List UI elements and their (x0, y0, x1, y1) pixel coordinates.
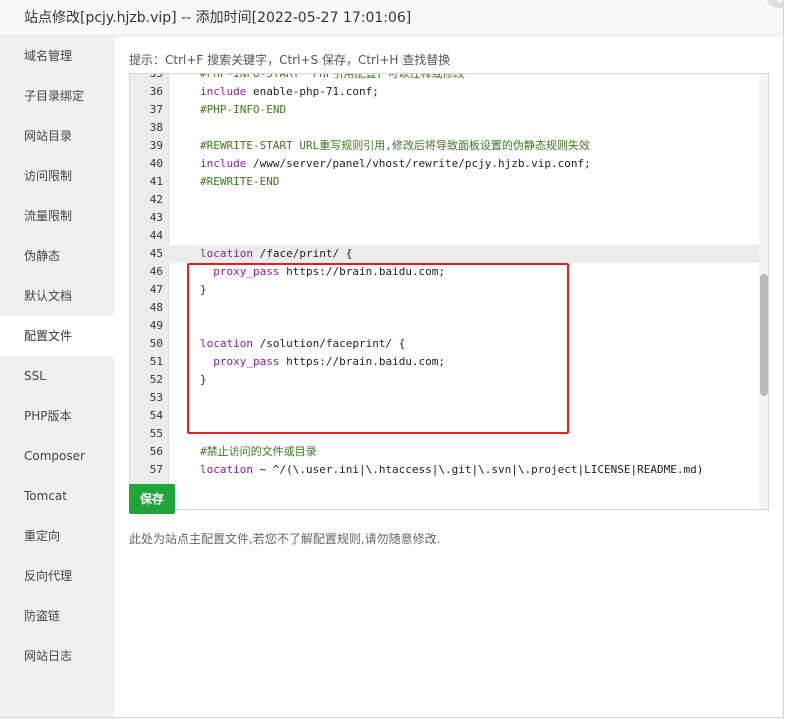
code-text: location /face/print/ { (200, 245, 352, 263)
sidebar: 域名管理 子目录绑定 网站目录 访问限制 流量限制 伪静态 默认文档 配置文件 SSL PHP版本… (0, 36, 114, 717)
sidebar-item[interactable]: 防盗链 (0, 596, 114, 636)
comment-token: #REWRITE-START URL重写规则引用,修改后将导致面板设置的伪静态规… (200, 139, 590, 152)
comment-token: #PHP-INFO-START PHP引用配置，可以注释或修改 (200, 73, 465, 80)
line-number: 57 (149, 463, 163, 476)
editor-scrollbar[interactable] (759, 74, 768, 509)
line-number: 55 (149, 427, 163, 440)
line-number: 43 (149, 211, 163, 224)
code-text: #REWRITE-START URL重写规则引用,修改后将导致面板设置的伪静态规… (200, 137, 590, 155)
code-line[interactable]: 39 #REWRITE-START URL重写规则引用,修改后将导致面板设置的伪静… (130, 137, 768, 155)
line-number: 39 (149, 139, 163, 152)
line-number: 56 (149, 445, 163, 458)
code-line[interactable]: 38 (130, 119, 768, 137)
modal-title: 站点修改[pcjy.hjzb.vip] -- 添加时间[2022-05-27 1… (24, 10, 412, 26)
code-text: #禁止访问的文件或目录 (200, 443, 317, 461)
line-number: 49 (149, 319, 163, 332)
code-text: #REWRITE-END (200, 173, 279, 191)
sidebar-item[interactable]: 反向代理 (0, 556, 114, 596)
line-number: 50 (149, 337, 163, 350)
code-text: #PHP-INFO-END (200, 101, 286, 119)
red-highlight-box (187, 263, 569, 434)
sidebar-item[interactable]: 配置文件 (0, 316, 114, 356)
code-text: include /www/server/panel/vhost/rewrite/… (200, 155, 591, 173)
line-number: 42 (149, 193, 163, 206)
line-number: 44 (149, 229, 163, 242)
comment-token: #REWRITE-END (200, 175, 280, 188)
modal-titlebar: 站点修改[pcjy.hjzb.vip] -- 添加时间[2022-05-27 1… (0, 0, 783, 36)
code-line[interactable]: 41 #REWRITE-END (130, 173, 768, 191)
sidebar-item[interactable]: PHP版本 (0, 396, 114, 436)
code-line[interactable]: 37 #PHP-INFO-END (130, 101, 768, 119)
sidebar-item[interactable]: 重定向 (0, 516, 114, 556)
sidebar-item[interactable]: SSL (0, 356, 114, 396)
normal-token: /www/server/panel/vhost/rewrite/pcjy.hjz… (246, 157, 591, 170)
line-number: 51 (149, 355, 163, 368)
code-line[interactable]: 43 (130, 209, 768, 227)
code-line[interactable]: 45 location /face/print/ { (130, 245, 768, 263)
line-number: 48 (149, 301, 163, 314)
code-line[interactable]: 36 include enable-php-71.conf; (130, 83, 768, 101)
code-text: include enable-php-71.conf; (200, 83, 379, 101)
normal-token: /face/print/ { (252, 247, 353, 260)
comment-token: #禁止访问的文件或目录 (200, 445, 317, 458)
normal-token: enable-php-71.conf; (246, 85, 379, 98)
sidebar-item[interactable]: 网站目录 (0, 116, 114, 156)
keyword-token: include (200, 85, 247, 98)
line-number: 53 (149, 391, 163, 404)
line-number: 37 (149, 103, 163, 116)
line-number: 52 (149, 373, 163, 386)
code-line[interactable]: 35 #PHP-INFO-START PHP引用配置，可以注释或修改 (130, 73, 768, 83)
line-number: 47 (149, 283, 163, 296)
config-warning-note: 此处为站点主配置文件,若您不了解配置规则,请勿随意修改. (129, 532, 441, 546)
code-line[interactable]: 40 include /www/server/panel/vhost/rewrit… (130, 155, 768, 173)
keyword-token: location (200, 247, 253, 260)
line-number: 54 (149, 409, 163, 422)
sidebar-item[interactable]: 网站日志 (0, 636, 114, 676)
line-number: 36 (149, 85, 163, 98)
site-config-modal: 站点修改[pcjy.hjzb.vip] -- 添加时间[2022-05-27 1… (0, 0, 784, 718)
code-editor[interactable]: 35 #PHP-INFO-START PHP引用配置，可以注释或修改 36 inclu… (129, 73, 769, 510)
sidebar-item[interactable]: 子目录绑定 (0, 76, 114, 116)
editor-hint: 提示：Ctrl+F 搜索关键字，Ctrl+S 保存，Ctrl+H 查找替换 (129, 53, 451, 67)
code-line[interactable]: 56 #禁止访问的文件或目录 (130, 443, 768, 461)
line-number: 45 (149, 247, 163, 260)
sidebar-item[interactable]: 访问限制 (0, 156, 114, 196)
line-number: 38 (149, 121, 163, 134)
code-text: location ~ ^/(\.user.ini|\.htaccess|\.gi… (200, 461, 703, 479)
code-line[interactable]: 44 (130, 227, 768, 245)
line-number: 40 (149, 157, 163, 170)
line-number: 41 (149, 175, 163, 188)
sidebar-item[interactable]: 伪静态 (0, 236, 114, 276)
keyword-token: include (200, 157, 247, 170)
code-text: #PHP-INFO-START PHP引用配置，可以注释或修改 (200, 73, 465, 83)
sidebar-item[interactable]: 默认文档 (0, 276, 114, 316)
comment-token: #PHP-INFO-END (200, 103, 287, 116)
sidebar-item[interactable]: Composer (0, 436, 114, 476)
sidebar-item[interactable]: Tomcat (0, 476, 114, 516)
normal-token: ~ ^/(\.user.ini|\.htaccess|\.git|\.svn|\… (252, 463, 704, 476)
save-button[interactable]: 保存 (129, 484, 175, 514)
editor-scrollbar-thumb[interactable] (760, 274, 768, 396)
sidebar-item[interactable]: 域名管理 (0, 36, 114, 76)
code-line[interactable]: 57 location ~ ^/(\.user.ini|\.htaccess|\.… (130, 461, 768, 479)
sidebar-item[interactable]: 流量限制 (0, 196, 114, 236)
line-number: 46 (149, 265, 163, 278)
line-number: 35 (149, 73, 163, 80)
keyword-token: location (200, 463, 253, 476)
main-content: 提示：Ctrl+F 搜索关键字，Ctrl+S 保存，Ctrl+H 查找替换 35… (114, 36, 783, 717)
code-line[interactable]: 42 (130, 191, 768, 209)
